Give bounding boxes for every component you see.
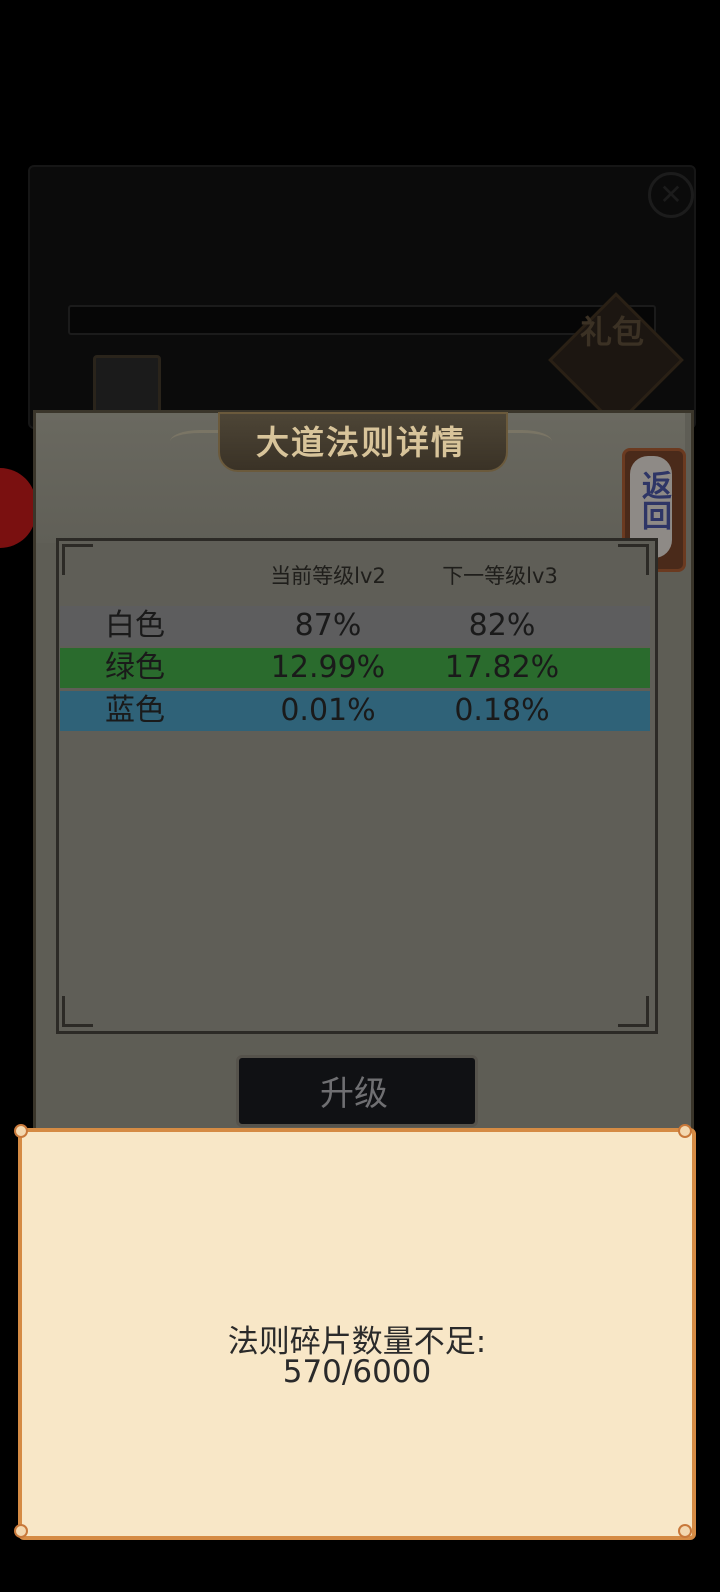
dialog-corner-dot [678,1524,692,1538]
row-next: 17.82% [444,650,560,685]
panel-title: 大道法则详情 [256,423,466,462]
dialog-progress: 570/6000 [282,1354,432,1390]
upgrade-button-label: 升级 [320,1074,388,1114]
row-current: 0.01% [280,693,376,728]
gift-label: 礼包 [579,313,644,351]
dialog-corner-dot [678,1124,692,1138]
background-progress-bar [68,305,656,335]
table-row: 绿色 12.99% 17.82% [60,648,650,688]
frame-corner [618,996,649,1027]
frame-corner [618,544,649,575]
dialog-corner-dot [14,1124,28,1138]
row-next: 0.18% [454,693,550,728]
dialog-corner-dot [14,1524,28,1538]
row-name: 蓝色 [105,693,165,728]
table-row: 蓝色 0.01% 0.18% [60,691,650,731]
row-next: 82% [468,608,536,643]
header-current-level: 当前等级lv2 [270,564,386,588]
frame-corner [62,544,93,575]
avatar [0,468,36,548]
back-button-label: 返回 [636,470,671,530]
header-next-level: 下一等级lv3 [442,564,558,588]
row-current: 12.99% [270,650,386,685]
close-icon: ✕ [648,172,694,218]
row-name: 绿色 [105,650,165,685]
row-current: 87% [294,608,362,643]
table-row: 白色 87% 82% [60,606,650,646]
frame-corner [62,996,93,1027]
row-name: 白色 [105,608,165,643]
